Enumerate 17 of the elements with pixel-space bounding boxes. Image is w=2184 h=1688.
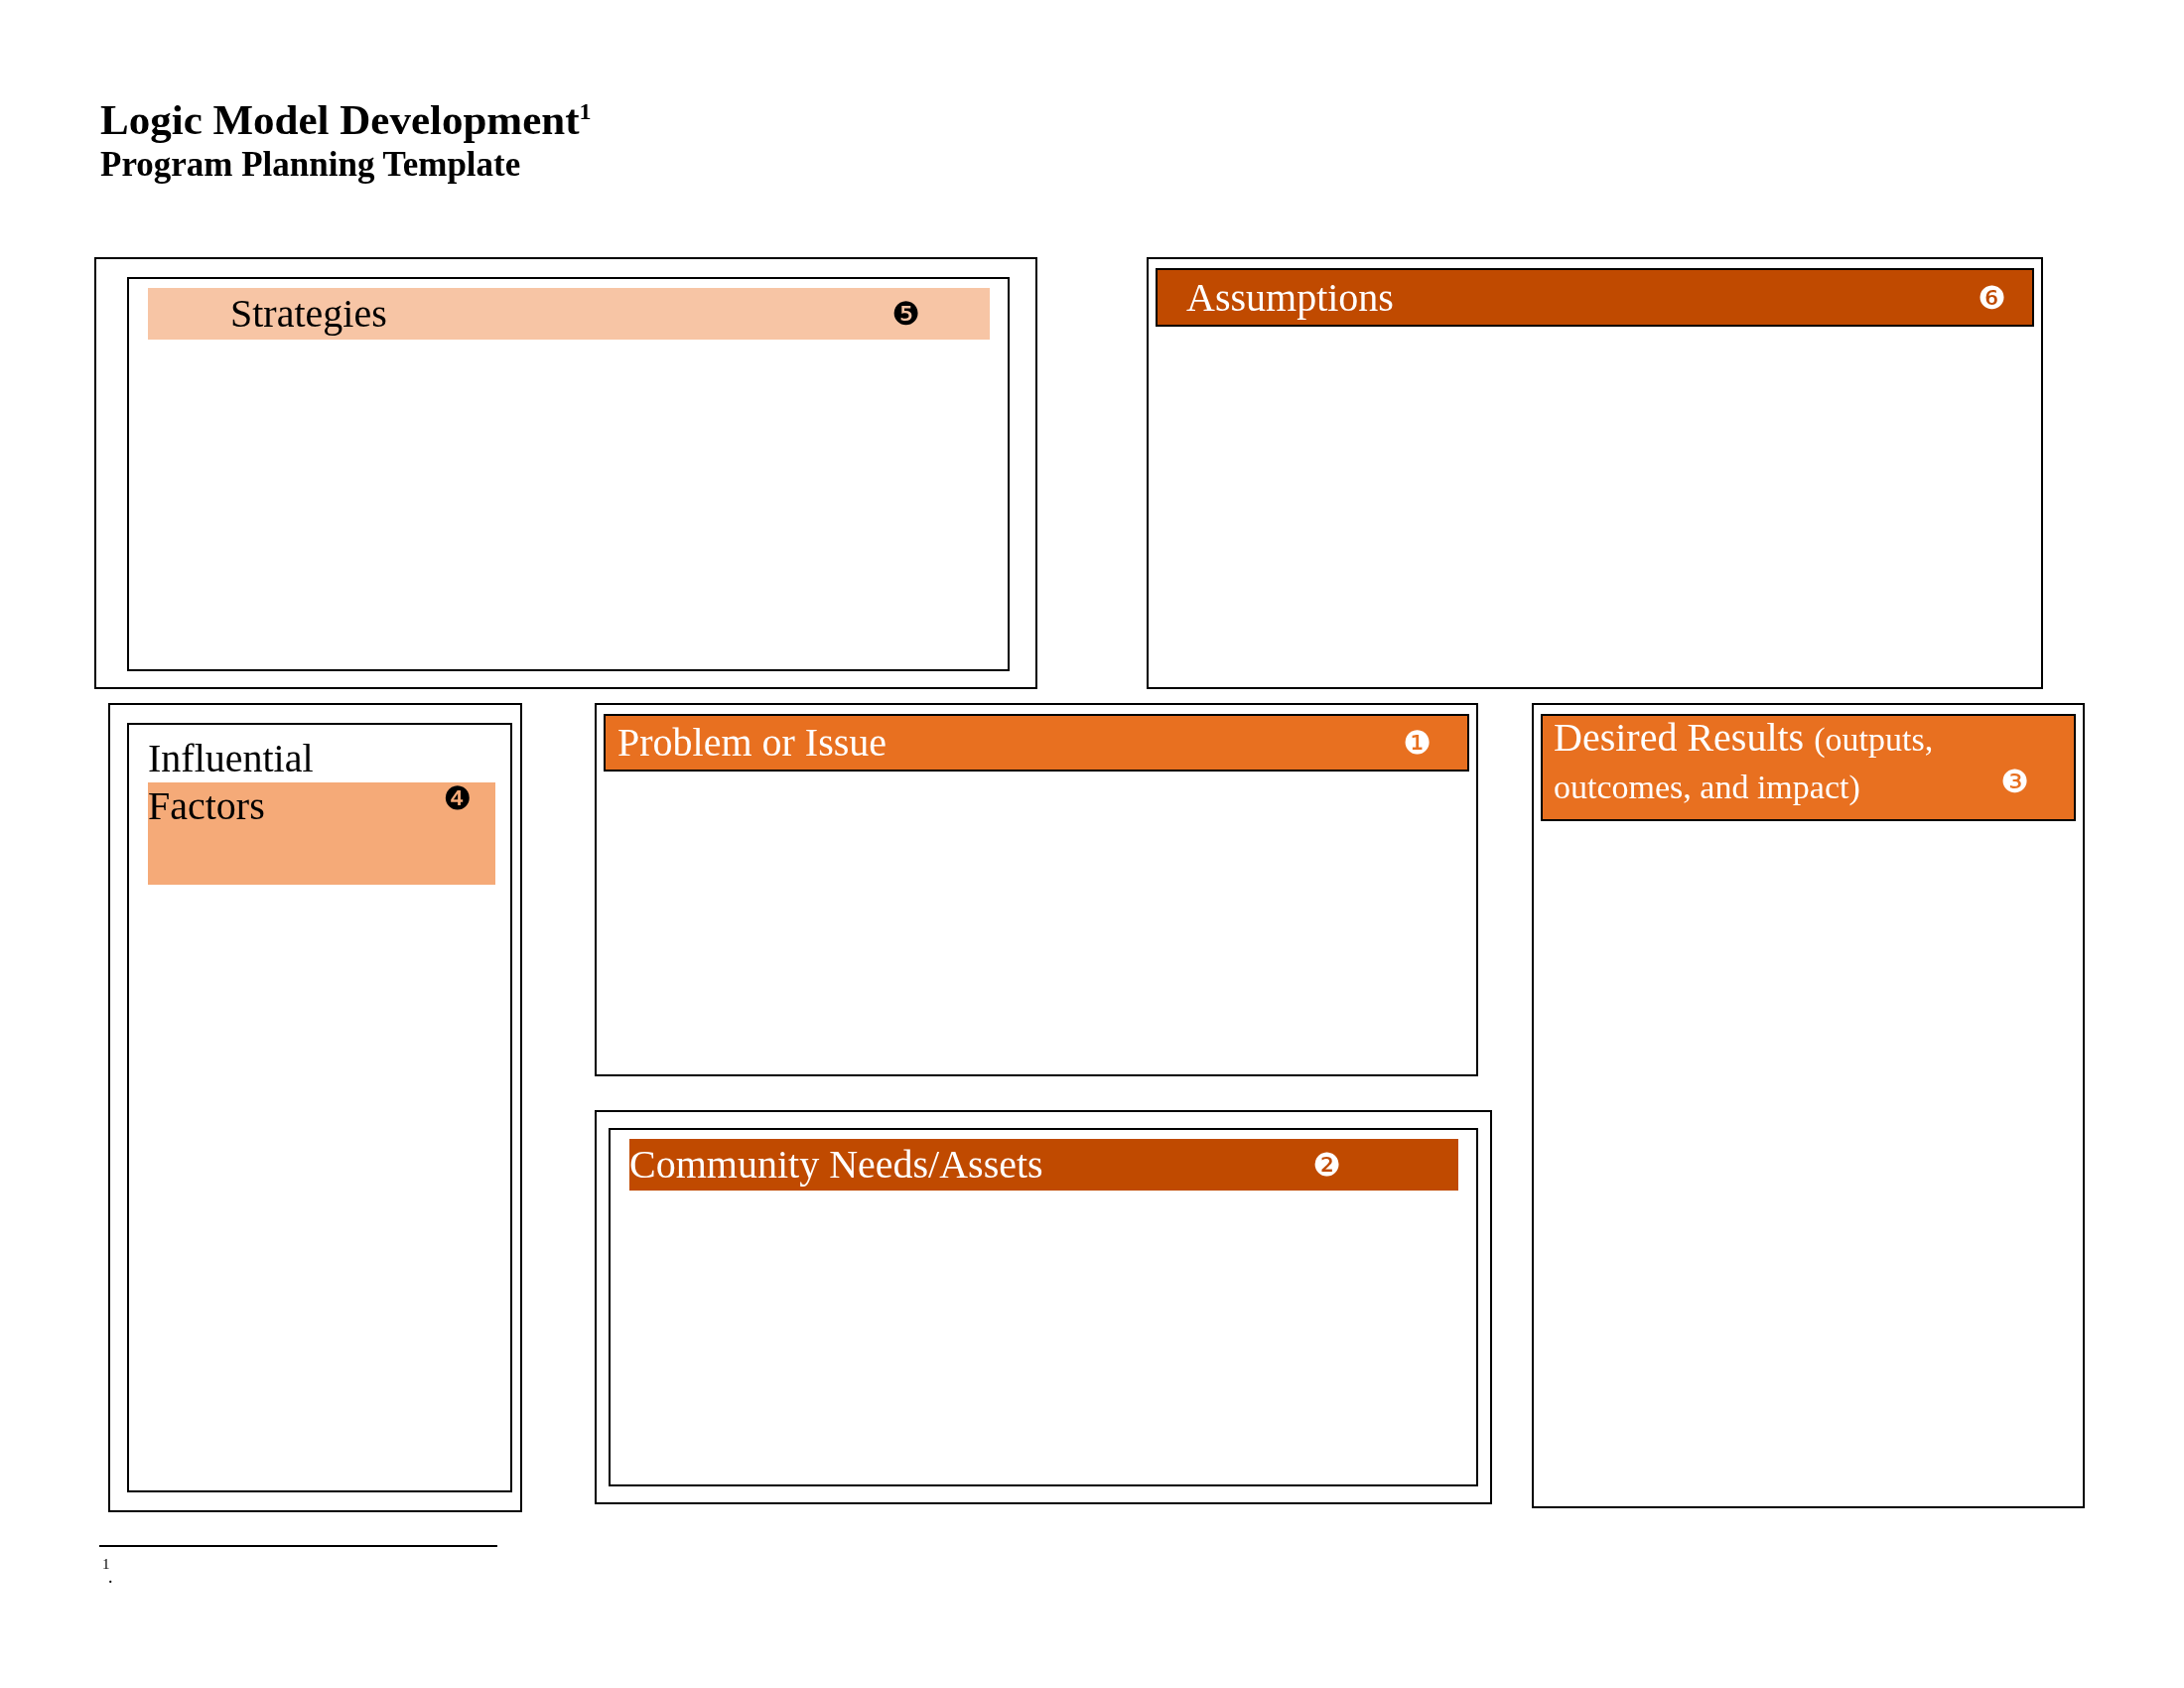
panel-heading: Factors xyxy=(148,782,265,831)
footnote-mark: 1 xyxy=(102,1557,110,1573)
panel-heading: Influential xyxy=(148,735,314,783)
panel-heading: Assumptions xyxy=(1186,273,1394,322)
panel-heading: Community Needs/Assets xyxy=(629,1141,1043,1190)
step-number: ❶ xyxy=(1403,727,1432,760)
panel-heading: Strategies xyxy=(230,290,387,339)
step-number: ❹ xyxy=(443,782,472,815)
page-title: Logic Model Development$^{1}$ xyxy=(100,95,592,145)
step-number: ❷ xyxy=(1312,1149,1341,1182)
step-number: ❺ xyxy=(891,298,920,331)
panel-heading: Desired Results (outputs, outcomes, and impact) xyxy=(1554,714,1935,808)
footnote-text: . xyxy=(108,1572,113,1584)
panel-heading: Problem or Issue xyxy=(617,719,887,768)
page-subtitle: Program Planning Template xyxy=(100,144,521,187)
step-number: ❻ xyxy=(1978,281,2006,314)
step-number: ❸ xyxy=(2000,766,2029,798)
